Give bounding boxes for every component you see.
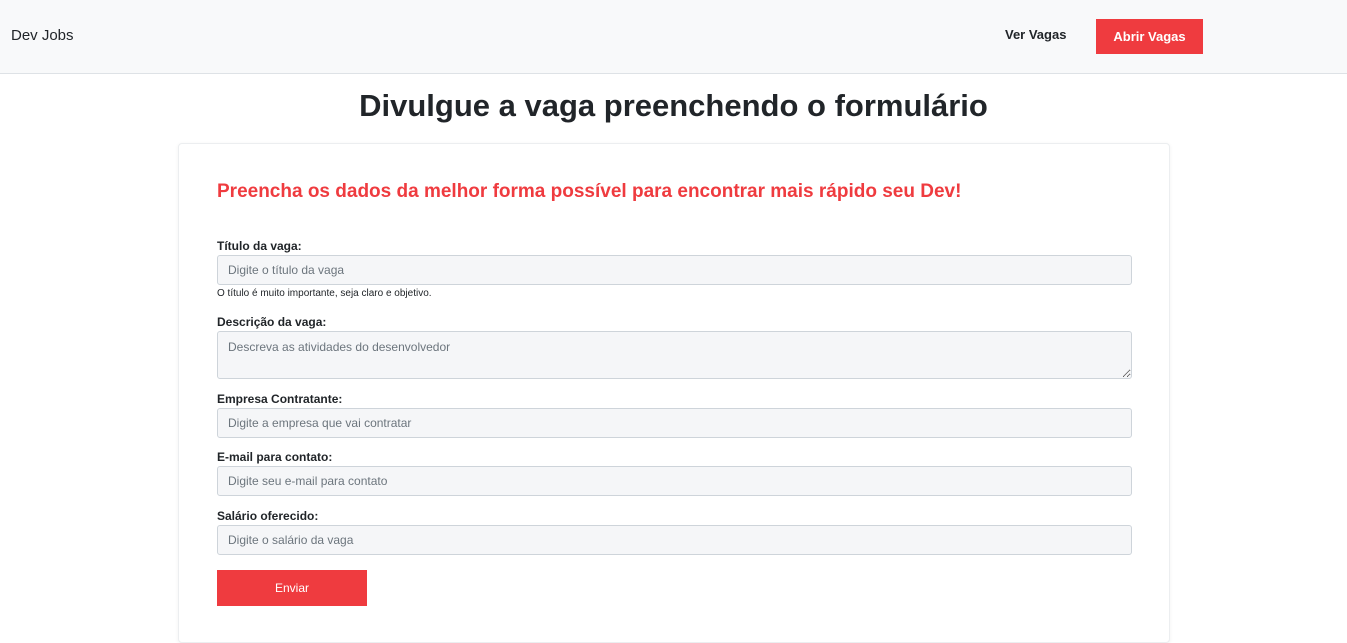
- form-heading: Preencha os dados da melhor forma possív…: [217, 181, 962, 202]
- brand-logo[interactable]: Dev Jobs: [11, 27, 74, 44]
- abrir-vagas-button[interactable]: Abrir Vagas: [1096, 19, 1203, 54]
- navbar: Dev Jobs Ver Vagas Abrir Vagas: [0, 0, 1347, 74]
- submit-button[interactable]: Enviar: [217, 570, 367, 606]
- company-label: Empresa Contratante:: [217, 392, 343, 406]
- job-title-help-text: O título é muito importante, seja claro …: [217, 288, 432, 299]
- job-description-label: Descrição da vaga:: [217, 315, 327, 329]
- salary-input[interactable]: [217, 525, 1132, 555]
- salary-label: Salário oferecido:: [217, 509, 319, 523]
- nav-link-ver-vagas[interactable]: Ver Vagas: [1005, 27, 1066, 42]
- page-title: Divulgue a vaga preenchendo o formulário: [359, 88, 988, 123]
- job-form-card: Preencha os dados da melhor forma possív…: [178, 143, 1170, 643]
- job-title-input[interactable]: [217, 255, 1132, 285]
- contact-email-input[interactable]: [217, 466, 1132, 496]
- contact-email-label: E-mail para contato:: [217, 450, 333, 464]
- job-title-label: Título da vaga:: [217, 239, 302, 253]
- job-description-textarea[interactable]: [217, 331, 1132, 379]
- company-input[interactable]: [217, 408, 1132, 438]
